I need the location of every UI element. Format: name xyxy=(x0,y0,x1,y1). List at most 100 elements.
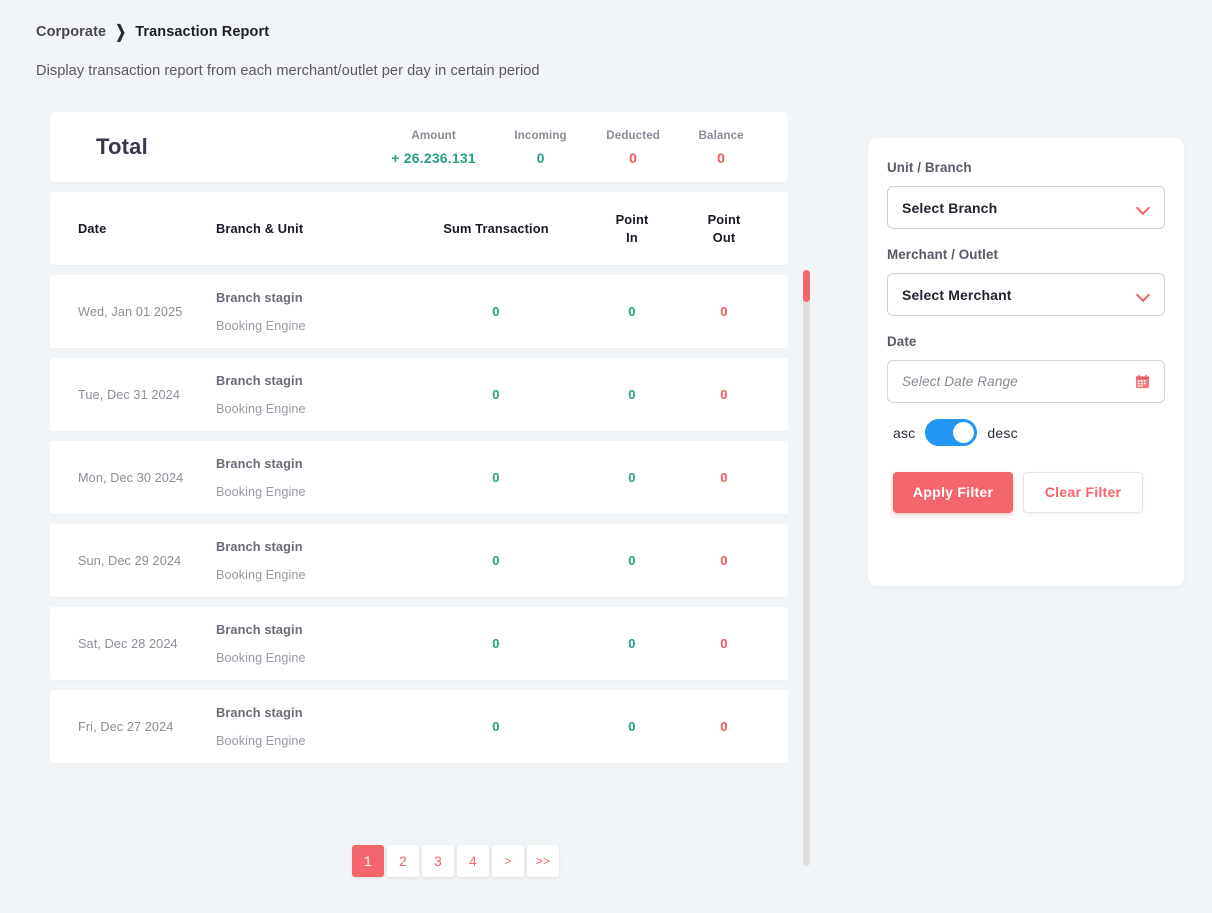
metric-name-amount: Amount xyxy=(411,128,456,142)
summary-total-label: Total xyxy=(96,134,148,159)
page-subtitle: Display transaction report from each mer… xyxy=(36,63,540,79)
branch-select-value: Select Branch xyxy=(902,199,998,216)
summary-metrics: Amount + 26.236.131 Incoming 0 Deducted … xyxy=(374,129,764,166)
column-header-point-in: Point In xyxy=(586,211,678,246)
pagination-page-3[interactable]: 3 xyxy=(422,845,454,877)
cell-sum-transaction: 0 xyxy=(492,553,500,568)
cell-date: Sun, Dec 29 2024 xyxy=(78,553,182,568)
cell-branch-name: Branch stagin xyxy=(216,456,303,471)
cell-branch-name: Branch stagin xyxy=(216,705,303,720)
cell-date: Mon, Dec 30 2024 xyxy=(78,470,184,485)
column-header-point-in-line1: Point xyxy=(615,212,649,228)
table-scrollbar[interactable] xyxy=(803,270,810,866)
sort-asc-label: asc xyxy=(893,424,916,441)
cell-point-in: 0 xyxy=(628,470,636,485)
column-header-point-out: Point Out xyxy=(678,211,770,246)
column-header-sum-transaction: Sum Transaction xyxy=(443,220,549,236)
summary-metric-incoming: Incoming 0 xyxy=(493,129,588,166)
report-content: Total Amount + 26.236.131 Incoming 0 Ded… xyxy=(50,112,810,866)
cell-branch-name: Branch stagin xyxy=(216,622,303,637)
column-header-branch: Branch & Unit xyxy=(216,220,304,236)
filter-panel: Unit / Branch Select Branch Merchant / O… xyxy=(868,138,1184,586)
table-row[interactable]: Sun, Dec 29 2024 Branch stagin Booking Eng… xyxy=(50,524,788,597)
table-row[interactable]: Mon, Dec 30 2024 Branch stagin Booking Eng… xyxy=(50,441,788,514)
pagination-last-button[interactable]: >> xyxy=(527,845,559,877)
apply-filter-button[interactable]: Apply Filter xyxy=(893,472,1013,513)
cell-branch-name: Branch stagin xyxy=(216,290,303,305)
breadcrumb-current: Transaction Report xyxy=(135,24,270,40)
cell-date: Tue, Dec 31 2024 xyxy=(78,387,180,402)
branch-select[interactable]: Select Branch xyxy=(887,186,1165,229)
cell-point-in: 0 xyxy=(628,636,636,651)
cell-point-out: 0 xyxy=(720,553,728,568)
table-row[interactable]: Sat, Dec 28 2024 Branch stagin Booking Eng… xyxy=(50,607,788,680)
cell-point-out: 0 xyxy=(720,719,728,734)
date-range-placeholder: Select Date Range xyxy=(902,374,1018,389)
cell-unit-name: Booking Engine xyxy=(216,402,306,416)
cell-sum-transaction: 0 xyxy=(492,719,500,734)
summary-card: Total Amount + 26.236.131 Incoming 0 Ded… xyxy=(50,112,788,182)
chevron-down-icon xyxy=(1137,201,1150,214)
pagination-page-4[interactable]: 4 xyxy=(457,845,489,877)
pagination-next-button[interactable]: > xyxy=(492,845,524,877)
chevron-right-icon: ❯ xyxy=(115,21,127,42)
column-header-date: Date xyxy=(78,220,107,236)
summary-metric-amount: Amount + 26.236.131 xyxy=(374,129,493,166)
table-scrollbar-thumb[interactable] xyxy=(803,270,810,302)
cell-sum-transaction: 0 xyxy=(492,304,500,319)
sort-desc-label: desc xyxy=(987,424,1018,441)
cell-sum-transaction: 0 xyxy=(492,636,500,651)
filter-actions: Apply Filter Clear Filter xyxy=(887,472,1165,513)
clear-filter-button[interactable]: Clear Filter xyxy=(1023,472,1143,513)
cell-sum-transaction: 0 xyxy=(492,470,500,485)
table-header-row: Date Branch & Unit Sum Transaction Point… xyxy=(50,192,788,265)
merchant-select[interactable]: Select Merchant xyxy=(887,273,1165,316)
breadcrumb: Corporate ❯ Transaction Report xyxy=(36,21,270,42)
cell-unit-name: Booking Engine xyxy=(216,485,306,499)
column-header-point-in-line2: In xyxy=(626,229,638,245)
metric-name-deducted: Deducted xyxy=(606,128,660,142)
cell-unit-name: Booking Engine xyxy=(216,651,306,665)
column-header-point-out-line2: Out xyxy=(712,229,736,245)
table-row[interactable]: Wed, Jan 01 2025 Branch stagin Booking Eng… xyxy=(50,275,788,348)
cell-point-out: 0 xyxy=(720,304,728,319)
cell-point-in: 0 xyxy=(628,719,636,734)
cell-unit-name: Booking Engine xyxy=(216,568,306,582)
table-row[interactable]: Fri, Dec 27 2024 Branch stagin Booking Eng… xyxy=(50,690,788,763)
date-range-field[interactable]: Select Date Range xyxy=(887,360,1165,403)
metric-name-balance: Balance xyxy=(698,128,744,142)
cell-branch-name: Branch stagin xyxy=(216,539,303,554)
cell-point-in: 0 xyxy=(628,304,636,319)
cell-branch-unit: Branch stagin Booking Engine xyxy=(216,622,406,665)
cell-point-out: 0 xyxy=(720,636,728,651)
breadcrumb-parent[interactable]: Corporate xyxy=(36,24,106,40)
pagination-page-2[interactable]: 2 xyxy=(387,845,419,877)
cell-date: Fri, Dec 27 2024 xyxy=(78,719,174,734)
sort-order-control: asc desc xyxy=(887,419,1165,446)
table-body[interactable]: Wed, Jan 01 2025 Branch stagin Booking Eng… xyxy=(50,275,788,769)
label-merchant-outlet: Merchant / Outlet xyxy=(887,247,999,262)
cell-date: Sat, Dec 28 2024 xyxy=(78,636,178,651)
cell-point-out: 0 xyxy=(720,470,728,485)
cell-point-in: 0 xyxy=(628,387,636,402)
label-date: Date xyxy=(887,334,917,349)
transaction-report-page: Corporate ❯ Transaction Report Display t… xyxy=(0,0,1212,913)
sort-order-toggle[interactable] xyxy=(925,419,978,446)
summary-metric-balance: Balance 0 xyxy=(678,129,764,166)
table-row[interactable]: Tue, Dec 31 2024 Branch stagin Booking Eng… xyxy=(50,358,788,431)
column-header-point-out-line1: Point xyxy=(707,212,741,228)
sort-order-toggle-knob xyxy=(953,422,975,443)
metric-value-deducted: 0 xyxy=(629,149,638,166)
merchant-select-value: Select Merchant xyxy=(902,286,1012,303)
cell-date: Wed, Jan 01 2025 xyxy=(78,304,183,319)
cell-branch-unit: Branch stagin Booking Engine xyxy=(216,290,406,333)
pagination-page-1[interactable]: 1 xyxy=(352,845,384,877)
metric-value-balance: 0 xyxy=(717,149,726,166)
cell-unit-name: Booking Engine xyxy=(216,734,306,748)
cell-branch-unit: Branch stagin Booking Engine xyxy=(216,456,406,499)
pagination[interactable]: 1 2 3 4 > >> xyxy=(352,845,561,877)
label-unit-branch: Unit / Branch xyxy=(887,160,972,175)
metric-value-amount: + 26.236.131 xyxy=(391,149,476,166)
cell-branch-unit: Branch stagin Booking Engine xyxy=(216,373,406,416)
calendar-icon[interactable] xyxy=(1135,374,1150,389)
